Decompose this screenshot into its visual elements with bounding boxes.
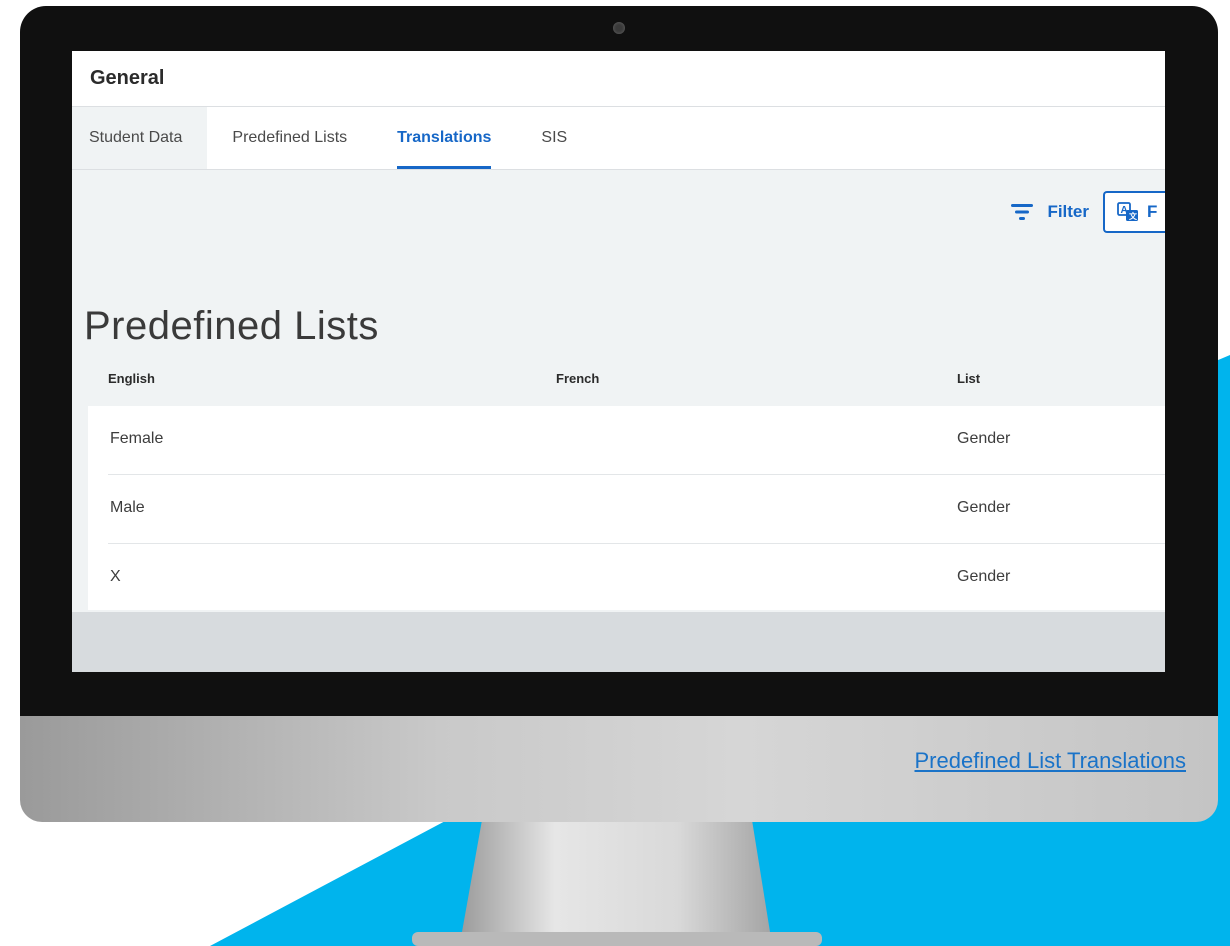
- translate-label: F: [1147, 202, 1158, 221]
- monitor-stand: [412, 820, 822, 946]
- filter-icon: [1011, 204, 1034, 220]
- app-screen: General Student Data Predefined Lists Tr…: [72, 51, 1165, 672]
- page-title: General: [90, 67, 165, 89]
- cell-list: Gender: [957, 499, 1011, 516]
- section-heading: Predefined Lists: [84, 303, 379, 348]
- cell-english: Female: [110, 430, 164, 447]
- svg-text:文: 文: [1129, 211, 1138, 221]
- cell-english: Male: [110, 499, 145, 516]
- column-header-list[interactable]: List: [957, 371, 980, 386]
- translate-icon: A 文: [1117, 202, 1138, 221]
- filter-button[interactable]: Filter: [1011, 202, 1089, 222]
- column-header-french[interactable]: French: [556, 371, 599, 386]
- tab-sis[interactable]: SIS: [516, 107, 592, 169]
- table-row[interactable]: Male Gender: [108, 475, 1165, 544]
- cell-list: Gender: [957, 430, 1011, 447]
- filter-label: Filter: [1047, 202, 1089, 221]
- tab-translations[interactable]: Translations: [372, 107, 516, 169]
- table-row[interactable]: X Gender: [108, 544, 1165, 610]
- translate-button[interactable]: A 文 F: [1103, 191, 1165, 233]
- tab-student-data[interactable]: Student Data: [72, 107, 208, 169]
- table-row[interactable]: Female Gender: [108, 406, 1165, 475]
- camera-icon: [613, 22, 625, 34]
- cell-list: Gender: [957, 568, 1011, 585]
- tab-predefined-lists[interactable]: Predefined Lists: [207, 107, 372, 169]
- toolbar: Filter A 文 F: [1011, 191, 1165, 233]
- app-header: General: [72, 51, 1165, 107]
- footer-band: [72, 612, 1165, 672]
- cell-english: X: [110, 568, 121, 585]
- column-header-english[interactable]: English: [108, 371, 155, 386]
- tab-bar: Student Data Predefined Lists Translatio…: [72, 107, 1165, 170]
- predefined-list-translations-link[interactable]: Predefined List Translations: [915, 748, 1187, 774]
- translations-table: Female Gender Male Gender X Gender: [88, 406, 1165, 610]
